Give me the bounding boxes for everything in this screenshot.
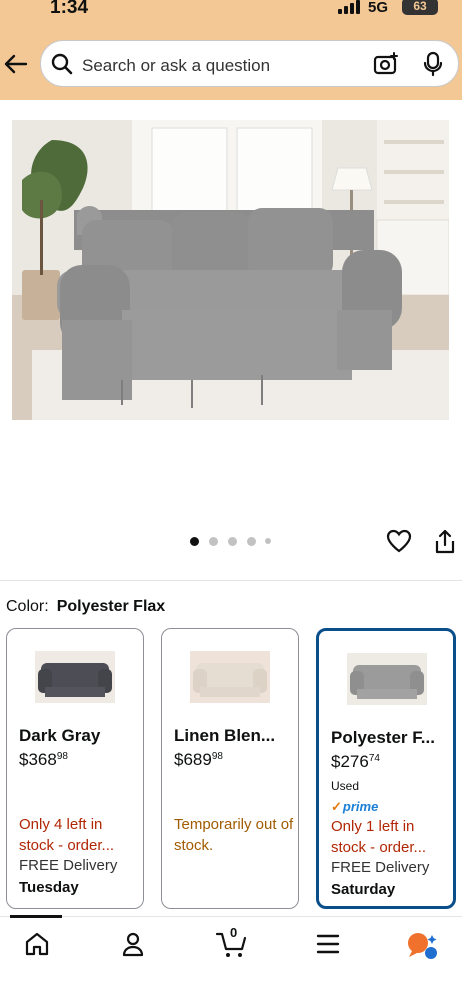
- search-icon: [51, 53, 73, 80]
- variant-price: $27674: [331, 752, 380, 771]
- cart-count: 0: [230, 925, 238, 940]
- rufus-assistant-icon[interactable]: [406, 931, 440, 966]
- variant-name: Polyester F...: [331, 728, 435, 747]
- variant-card-dark-gray[interactable]: Dark Gray $36898 Only 4 left in stock - …: [6, 628, 144, 909]
- home-icon[interactable]: [24, 931, 50, 962]
- pager-dot: [265, 538, 271, 544]
- battery-icon: 63: [402, 0, 438, 15]
- pager-dot: [209, 537, 218, 546]
- variant-price: $36898: [19, 750, 68, 769]
- back-arrow-icon[interactable]: [2, 52, 28, 76]
- variant-card-polyester-flax[interactable]: Polyester F... $27674 Used ✓prime Only 1…: [316, 628, 456, 909]
- bottom-navigation: 0: [0, 915, 462, 1000]
- color-selector-label: Color: Polyester Flax: [6, 598, 165, 616]
- stock-status: Only 4 left in stock - order...: [19, 816, 115, 854]
- account-icon[interactable]: [121, 931, 145, 962]
- condition-label: Used: [331, 779, 360, 793]
- variant-thumbnail: [190, 651, 270, 703]
- variant-name: Linen Blen...: [174, 726, 276, 745]
- menu-icon[interactable]: [316, 934, 340, 959]
- microphone-icon[interactable]: [422, 51, 444, 82]
- variant-card-linen-blend[interactable]: Linen Blen... $68998 Temporarily out of …: [161, 628, 299, 909]
- heart-icon[interactable]: [386, 529, 412, 558]
- status-bar: 1:34 5G 63: [0, 0, 462, 22]
- prime-badge: ✓prime: [331, 799, 379, 814]
- search-input[interactable]: Search or ask a question: [82, 56, 270, 76]
- active-tab-indicator: [10, 915, 62, 918]
- variant-name: Dark Gray: [19, 726, 101, 745]
- share-icon[interactable]: [434, 529, 456, 560]
- variant-thumbnail: [347, 653, 427, 705]
- stock-status: Temporarily out of stock.: [174, 816, 294, 854]
- prime-check-icon: ✓: [331, 799, 342, 814]
- delivery-day: Tuesday: [19, 879, 79, 896]
- signal-icon: [338, 0, 364, 14]
- color-label: Color:: [6, 598, 49, 615]
- product-image[interactable]: [12, 120, 449, 420]
- variant-thumbnail: [35, 651, 115, 703]
- status-time: 1:34: [50, 0, 89, 18]
- network-label: 5G: [368, 0, 389, 16]
- camera-icon[interactable]: [373, 52, 399, 81]
- delivery-label: FREE Delivery: [19, 857, 118, 874]
- delivery-day: Saturday: [331, 881, 396, 898]
- delivery-label: FREE Delivery: [331, 859, 430, 876]
- stock-status: Only 1 left in stock - order...: [331, 818, 427, 856]
- pager-dot: [247, 537, 256, 546]
- selected-color: Polyester Flax: [56, 598, 166, 615]
- divider: [0, 580, 462, 581]
- pager-dot-active: [190, 537, 199, 546]
- search-bar[interactable]: Search or ask a question: [40, 40, 459, 87]
- pager-dot: [228, 537, 237, 546]
- variant-price: $68998: [174, 750, 223, 769]
